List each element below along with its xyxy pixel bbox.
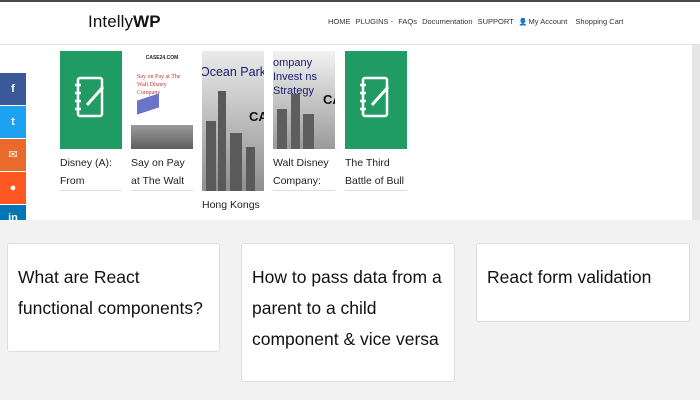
nav-documentation[interactable]: Documentation xyxy=(422,17,472,26)
product-title[interactable]: Disney (A): From xyxy=(60,154,122,191)
skyline-building xyxy=(277,109,287,149)
skyline-building xyxy=(291,94,300,149)
skyline-building xyxy=(303,114,314,149)
nav-shopping-cart[interactable]: Shopping Cart xyxy=(575,17,623,26)
cover-caption: Say on Pay at The Walt Disney Company xyxy=(137,74,181,96)
article-card-title[interactable]: What are React functional components? xyxy=(18,262,213,324)
email-share-button[interactable]: ✉ xyxy=(0,139,26,171)
nav-home[interactable]: HOME xyxy=(328,17,351,26)
product-cover[interactable] xyxy=(345,51,407,149)
logo-prefix: Intelly xyxy=(88,12,134,31)
skyline-building xyxy=(246,147,255,191)
twitter-share-button[interactable]: t xyxy=(0,106,26,138)
article-card-title[interactable]: React form validation xyxy=(487,262,682,293)
product-title[interactable]: The Third Battle of Bull Run: The xyxy=(345,154,407,191)
cover-mark: CAS xyxy=(249,109,264,124)
nav-my-account[interactable]: 👤My Account xyxy=(519,17,571,26)
product-title[interactable]: Hong Kongs xyxy=(202,196,264,214)
product-cover[interactable] xyxy=(60,51,122,149)
linkedin-share-button[interactable]: in xyxy=(0,205,26,224)
facebook-icon: f xyxy=(11,83,15,95)
product-cover[interactable]: Ocean Park Tal CAS xyxy=(202,51,264,191)
city-skyline-image xyxy=(131,125,193,149)
nav-support[interactable]: SUPPORT xyxy=(478,17,514,26)
nav-faqs[interactable]: FAQs xyxy=(398,17,417,26)
main-nav: HOME PLUGINS - FAQs Documentation SUPPOR… xyxy=(328,17,626,26)
product-title[interactable]: Say on Pay at The Walt xyxy=(131,154,193,191)
article-card-title[interactable]: How to pass data from a parent to a chil… xyxy=(252,262,452,355)
cover-mark: CAS xyxy=(323,92,335,107)
article-card[interactable]: React form validation xyxy=(476,243,690,322)
product-cover[interactable]: CASE24.COM Say on Pay at The Walt Disney… xyxy=(131,51,193,149)
product-item[interactable]: CASE24.COM Say on Pay at The Walt Disney… xyxy=(131,51,193,191)
site-logo[interactable]: IntellyWP xyxy=(88,12,161,32)
reddit-share-button[interactable]: ● xyxy=(0,172,26,204)
article-card[interactable]: What are React functional components? xyxy=(7,243,220,352)
skyline-building xyxy=(206,121,216,191)
product-item[interactable]: Ocean Park Tal CAS Hong Kongs xyxy=(202,51,264,214)
facebook-share-button[interactable]: f xyxy=(0,73,26,105)
nav-my-account-label: My Account xyxy=(528,17,568,26)
product-item[interactable]: The Third Battle of Bull Run: The xyxy=(345,51,407,191)
cover-caption: Ocean Park Tal xyxy=(202,65,264,79)
reddit-icon: ● xyxy=(9,182,17,194)
nav-plugins[interactable]: PLUGINS - xyxy=(356,17,394,26)
skyline-building xyxy=(230,133,242,191)
product-item[interactable]: Disney (A): From xyxy=(60,51,122,191)
twitter-icon: t xyxy=(11,116,15,128)
notebook-icon xyxy=(75,76,105,118)
logo-suffix: WP xyxy=(133,12,161,31)
product-item[interactable]: ompany Invest ns Strategy CAS Walt Disne… xyxy=(273,51,335,191)
email-icon: ✉ xyxy=(8,149,18,161)
product-cover[interactable]: ompany Invest ns Strategy CAS xyxy=(273,51,335,149)
product-title[interactable]: Walt Disney Company: xyxy=(273,154,335,191)
panel-scroll-edge xyxy=(692,45,700,220)
cover-brand: CASE24.COM xyxy=(145,55,179,61)
skyline-building xyxy=(218,91,226,191)
notebook-icon xyxy=(360,76,390,118)
site-header: IntellyWP HOME PLUGINS - FAQs Documentat… xyxy=(0,2,700,45)
article-card[interactable]: How to pass data from a parent to a chil… xyxy=(241,243,455,382)
linkedin-icon: in xyxy=(8,212,18,224)
user-icon: 👤 xyxy=(518,19,528,26)
